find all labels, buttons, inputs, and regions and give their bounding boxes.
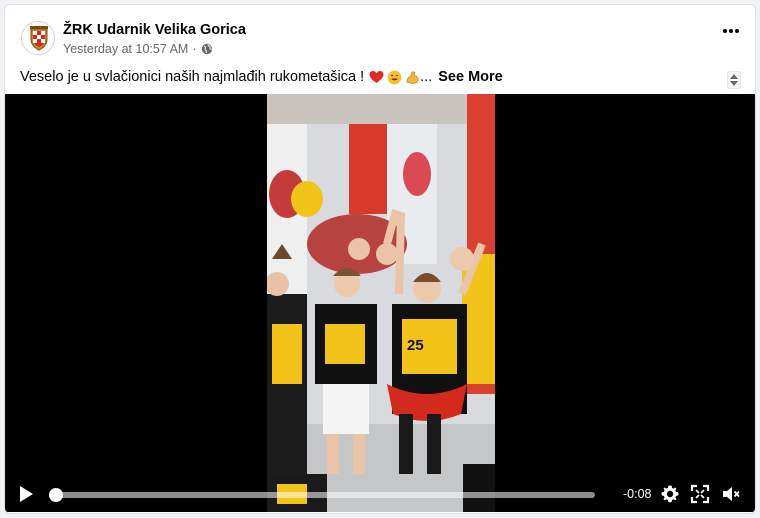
more-options-button[interactable] [717,17,745,45]
fullscreen-icon[interactable] [690,484,710,504]
page-avatar[interactable] [21,21,55,55]
arrow-down-icon[interactable] [730,81,738,86]
caption-text: Veselo je u svlačionici naših najmlađih … [20,69,365,85]
progress-handle[interactable] [49,488,64,502]
grinning-face-emoji [387,70,402,84]
muted-speaker-icon[interactable] [721,484,741,504]
meta-separator: · [192,42,197,56]
more-options-icon [722,29,740,33]
arrow-up-icon[interactable] [730,74,738,79]
progress-bar[interactable] [49,488,595,502]
video-frame: 25 [267,94,495,512]
scroll-arrows[interactable] [727,71,741,89]
settings-gear-icon[interactable] [660,484,680,504]
post-header: ŽRK Udarnik Velika Gorica Yesterday at 1… [5,5,755,67]
svg-text:25: 25 [407,337,424,354]
post-timestamp[interactable]: Yesterday at 10:57 AM [63,42,188,56]
video-player[interactable]: 25 -0:08 [5,94,755,512]
red-heart-emoji [369,70,384,83]
play-icon[interactable] [17,485,35,503]
see-more-link[interactable]: See More [438,69,502,85]
post-meta: Yesterday at 10:57 AM · [63,42,213,56]
video-still-image: 25 [267,94,495,512]
time-remaining: -0:08 [623,487,652,501]
club-crest-logo [22,22,54,54]
post-card: ŽRK Udarnik Velika Gorica Yesterday at 1… [4,4,756,514]
flexed-biceps-emoji [406,70,419,84]
video-controls: -0:08 [5,476,755,512]
globe-icon [201,43,212,55]
caption-ellipsis: ... [420,69,433,85]
post-caption: Veselo je u svlačionici naših najmlađih … [20,69,503,85]
page-name-link[interactable]: ŽRK Udarnik Velika Gorica [63,22,246,38]
